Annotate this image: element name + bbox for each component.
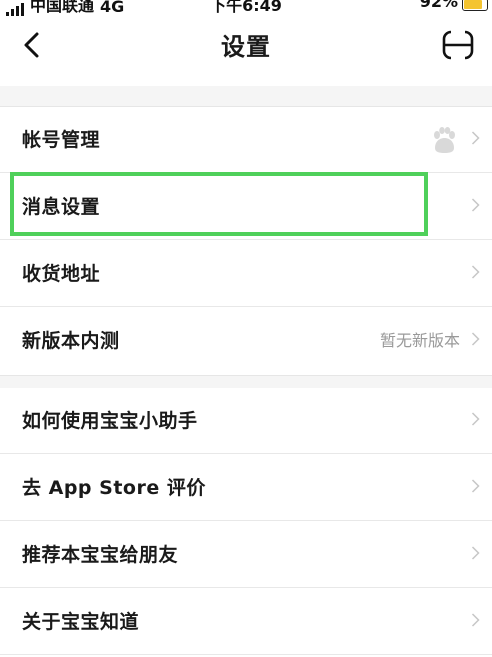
scan-icon[interactable] (441, 28, 475, 62)
chevron-right-icon (471, 613, 480, 627)
row-label: 消息设置 (22, 196, 101, 218)
settings-row-address[interactable]: 收货地址 (0, 241, 492, 307)
chevron-right-icon (471, 332, 480, 346)
chevron-right-icon (471, 546, 480, 560)
baidu-paw-icon (434, 127, 455, 153)
navigation-bar: 设置 (0, 0, 492, 86)
settings-row-recommend[interactable]: 推荐本宝宝给朋友 (0, 522, 492, 588)
row-label: 收货地址 (22, 263, 101, 285)
settings-row-beta[interactable]: 新版本内测 暂无新版本 (0, 308, 492, 374)
settings-row-account[interactable]: 帐号管理 (0, 107, 492, 173)
chevron-right-icon (471, 198, 480, 212)
row-label: 推荐本宝宝给朋友 (22, 544, 179, 566)
settings-row-rate-app[interactable]: 去 App Store 评价 (0, 455, 492, 521)
chevron-right-icon (471, 412, 480, 426)
chevron-right-icon (471, 265, 480, 279)
row-label: 关于宝宝知道 (22, 611, 140, 633)
settings-row-howto[interactable]: 如何使用宝宝小助手 (0, 388, 492, 454)
row-value: 暂无新版本 (379, 331, 460, 350)
row-label: 去 App Store 评价 (22, 477, 206, 499)
chevron-right-icon (471, 131, 480, 145)
settings-row-notifications[interactable]: 消息设置 (0, 174, 492, 240)
section-spacer (0, 86, 492, 107)
page-title: 设置 (221, 33, 271, 61)
row-label: 新版本内测 (22, 330, 120, 352)
settings-row-about[interactable]: 关于宝宝知道 (0, 589, 492, 655)
row-label: 如何使用宝宝小助手 (22, 410, 198, 432)
row-label: 帐号管理 (22, 129, 101, 151)
chevron-right-icon (471, 479, 480, 493)
